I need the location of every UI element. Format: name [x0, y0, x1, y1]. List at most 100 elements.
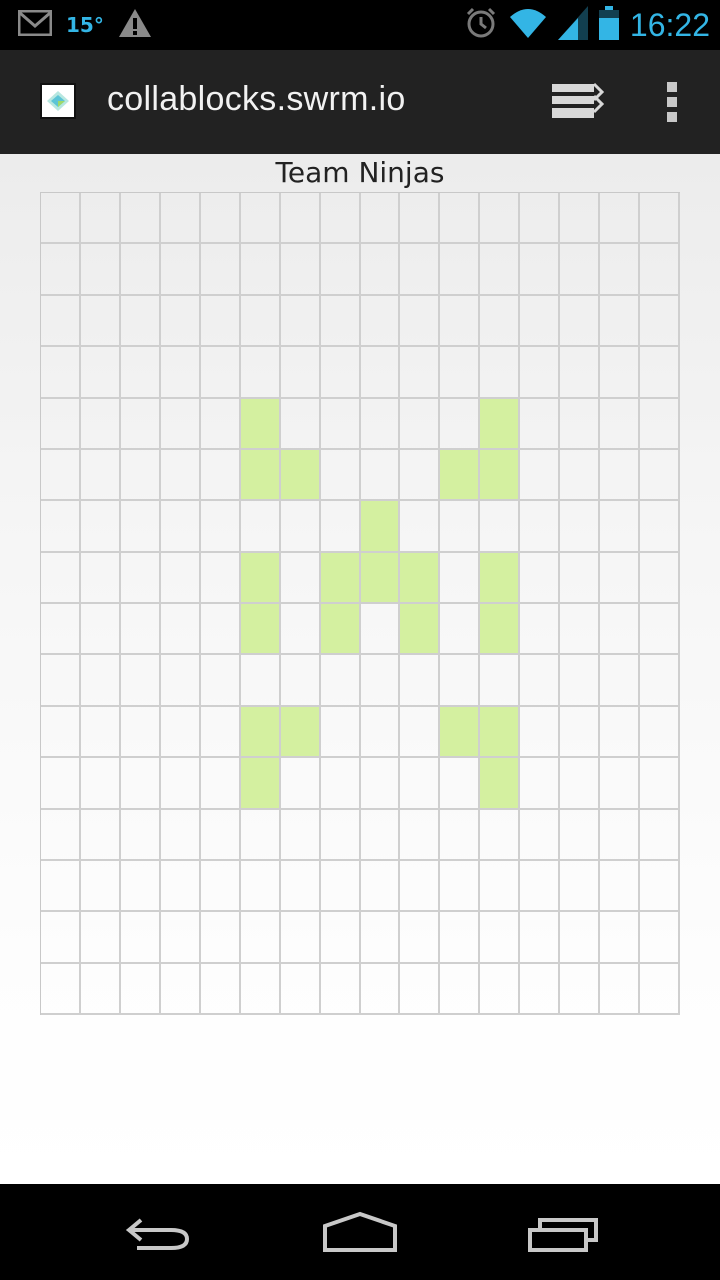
grid-cell[interactable] [240, 347, 281, 399]
grid-cell[interactable] [360, 655, 401, 707]
grid-cell[interactable] [120, 552, 161, 604]
grid-cell[interactable] [560, 552, 601, 604]
grid-cell[interactable] [640, 655, 680, 707]
grid-cell-filled[interactable] [360, 552, 401, 604]
grid-cell[interactable] [520, 809, 561, 861]
grid-cell[interactable] [600, 347, 641, 399]
grid-cell[interactable] [120, 706, 161, 759]
grid-cell[interactable] [440, 347, 481, 399]
grid-cell[interactable] [360, 758, 401, 810]
grid-cell-filled[interactable] [240, 706, 281, 759]
grid-cell[interactable] [640, 244, 680, 296]
grid-cell[interactable] [200, 295, 241, 348]
grid-cell[interactable] [560, 963, 601, 1015]
grid-cell[interactable] [41, 809, 81, 861]
grid-cell[interactable] [41, 193, 81, 245]
grid-cell[interactable] [320, 244, 361, 296]
grid-cell[interactable] [160, 758, 201, 810]
grid-cell[interactable] [440, 193, 481, 245]
grid-cell[interactable] [320, 809, 361, 861]
grid-cell[interactable] [160, 963, 201, 1015]
grid-cell[interactable] [80, 193, 121, 245]
grid-cell[interactable] [520, 706, 561, 759]
grid-cell[interactable] [120, 398, 161, 450]
grid-cell[interactable] [160, 655, 201, 707]
grid-cell[interactable] [360, 809, 401, 861]
grid-cell[interactable] [320, 963, 361, 1015]
grid-cell[interactable] [80, 706, 121, 759]
grid-cell[interactable] [520, 912, 561, 964]
grid-cell[interactable] [320, 706, 361, 759]
grid-cell[interactable] [640, 398, 680, 450]
grid-cell[interactable] [440, 604, 481, 656]
grid-cell[interactable] [240, 963, 281, 1015]
grid-cell-filled[interactable] [480, 449, 521, 502]
grid-cell[interactable] [200, 604, 241, 656]
grid-cell[interactable] [120, 244, 161, 296]
url-bar[interactable]: collablocks.swrm.io [107, 80, 406, 119]
grid-cell[interactable] [280, 655, 321, 707]
grid-cell[interactable] [640, 295, 680, 348]
grid-cell[interactable] [200, 758, 241, 810]
grid-cell[interactable] [600, 963, 641, 1015]
grid-cell-filled[interactable] [440, 449, 481, 502]
grid-cell[interactable] [520, 860, 561, 913]
grid-cell[interactable] [520, 501, 561, 553]
grid-cell[interactable] [80, 809, 121, 861]
grid-cell[interactable] [120, 193, 161, 245]
grid-cell[interactable] [480, 295, 521, 348]
grid-cell-filled[interactable] [360, 501, 401, 553]
grid-cell[interactable] [240, 193, 281, 245]
grid-cell[interactable] [120, 501, 161, 553]
grid-cell[interactable] [360, 912, 401, 964]
grid-cell[interactable] [440, 809, 481, 861]
grid-cell[interactable] [80, 758, 121, 810]
grid-cell[interactable] [640, 809, 680, 861]
grid-cell[interactable] [41, 604, 81, 656]
grid-cell[interactable] [41, 244, 81, 296]
grid-cell[interactable] [200, 244, 241, 296]
grid-cell[interactable] [400, 706, 441, 759]
grid-cell[interactable] [120, 860, 161, 913]
grid-cell-filled[interactable] [480, 604, 521, 656]
grid-cell[interactable] [280, 912, 321, 964]
grid-cell[interactable] [400, 295, 441, 348]
grid-cell[interactable] [41, 963, 81, 1015]
grid-cell[interactable] [560, 912, 601, 964]
grid-cell[interactable] [400, 912, 441, 964]
grid-cell[interactable] [640, 758, 680, 810]
grid-cell[interactable] [41, 860, 81, 913]
grid-cell[interactable] [160, 347, 201, 399]
grid-cell[interactable] [520, 347, 561, 399]
grid-cell[interactable] [400, 449, 441, 502]
grid-cell[interactable] [41, 449, 81, 502]
grid-cell[interactable] [560, 347, 601, 399]
grid-cell[interactable] [560, 706, 601, 759]
grid-cell[interactable] [520, 398, 561, 450]
grid-cell[interactable] [600, 706, 641, 759]
grid-cell[interactable] [440, 244, 481, 296]
grid-cell[interactable] [320, 655, 361, 707]
grid-cell[interactable] [520, 758, 561, 810]
grid-cell[interactable] [600, 244, 641, 296]
grid-cell[interactable] [520, 244, 561, 296]
grid-cell[interactable] [200, 398, 241, 450]
grid-cell[interactable] [41, 501, 81, 553]
grid-cell[interactable] [280, 347, 321, 399]
grid-cell[interactable] [41, 655, 81, 707]
grid-cell[interactable] [200, 912, 241, 964]
grid-cell-filled[interactable] [240, 758, 281, 810]
grid-cell[interactable] [160, 501, 201, 553]
grid-cell[interactable] [41, 552, 81, 604]
grid-cell-filled[interactable] [480, 706, 521, 759]
grid-cell[interactable] [640, 912, 680, 964]
grid-cell[interactable] [280, 398, 321, 450]
grid-cell[interactable] [41, 912, 81, 964]
grid-cell[interactable] [360, 347, 401, 399]
grid-cell[interactable] [120, 449, 161, 502]
grid-cell[interactable] [80, 604, 121, 656]
grid-cell[interactable] [560, 604, 601, 656]
grid-cell[interactable] [320, 758, 361, 810]
grid-cell-filled[interactable] [320, 604, 361, 656]
grid-cell[interactable] [280, 193, 321, 245]
